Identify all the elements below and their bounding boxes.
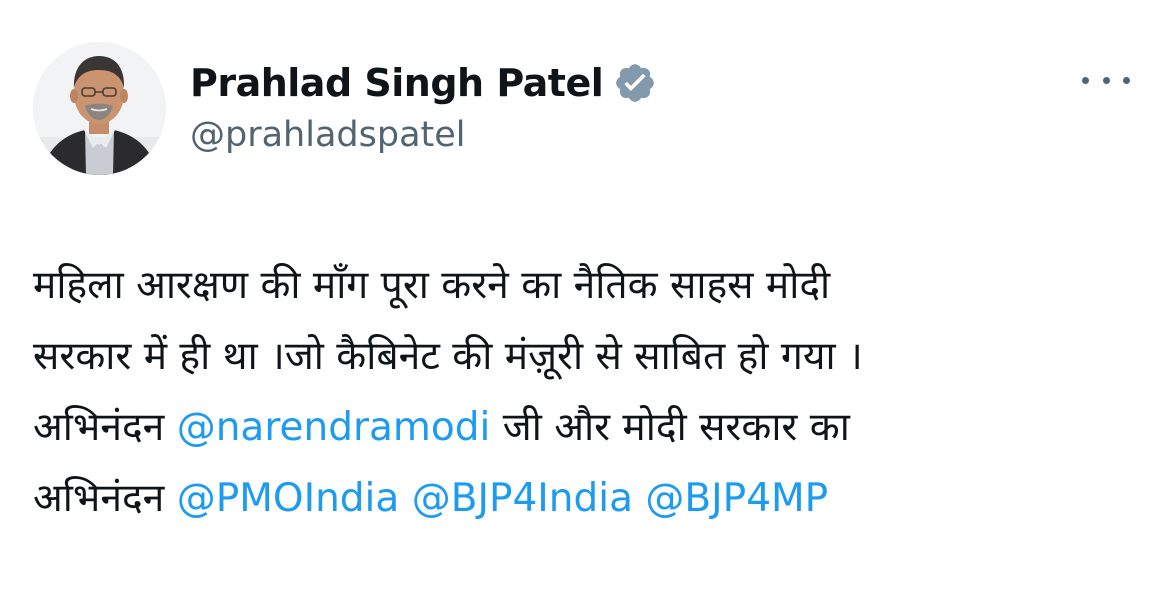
more-horizontal-icon-dot [1102, 76, 1110, 84]
tweet-text-segment: जी और मोदी सरकार का [490, 405, 850, 450]
tweet-text-segment: अभिनंदन [33, 405, 177, 450]
tweet-text-segment: अभिनंदन [33, 476, 177, 521]
more-horizontal-icon-dot [1082, 76, 1089, 84]
tweet-card: Prahlad Singh Patel @prahladspatel महिला… [0, 0, 1166, 601]
more-options-button[interactable] [1082, 68, 1130, 92]
mention-link-bjp4mp[interactable]: @BJP4MP [645, 476, 828, 521]
mention-link-narendramodi[interactable]: @narendramodi [177, 405, 491, 450]
mention-link-pmoindia[interactable]: @PMOIndia [177, 476, 400, 521]
tweet-text-space [399, 476, 411, 521]
name-row: Prahlad Singh Patel [190, 55, 657, 111]
tweet-text: महिला आरक्षण की माँग पूरा करने का नैतिक … [33, 250, 1143, 534]
tweet-line-2: सरकार में ही था ।जो कैबिनेट की मंज़ूरी स… [33, 334, 863, 379]
author-identity: Prahlad Singh Patel @prahladspatel [190, 55, 657, 155]
verified-badge-icon[interactable] [613, 61, 657, 105]
more-horizontal-icon-dot [1123, 76, 1130, 84]
profile-photo-icon [33, 42, 166, 175]
tweet-line-3: अभिनंदन @narendramodi जी और मोदी सरकार क… [33, 392, 1143, 463]
mention-link-bjp4india[interactable]: @BJP4India [412, 476, 633, 521]
tweet-line-4: अभिनंदन @PMOIndia @BJP4India @BJP4MP [33, 463, 1143, 534]
tweet-text-space [633, 476, 645, 521]
author-handle[interactable]: @prahladspatel [190, 115, 657, 155]
tweet-line-1: महिला आरक्षण की माँग पूरा करने का नैतिक … [33, 263, 831, 308]
author-avatar[interactable] [33, 42, 166, 175]
author-display-name[interactable]: Prahlad Singh Patel [190, 61, 604, 105]
